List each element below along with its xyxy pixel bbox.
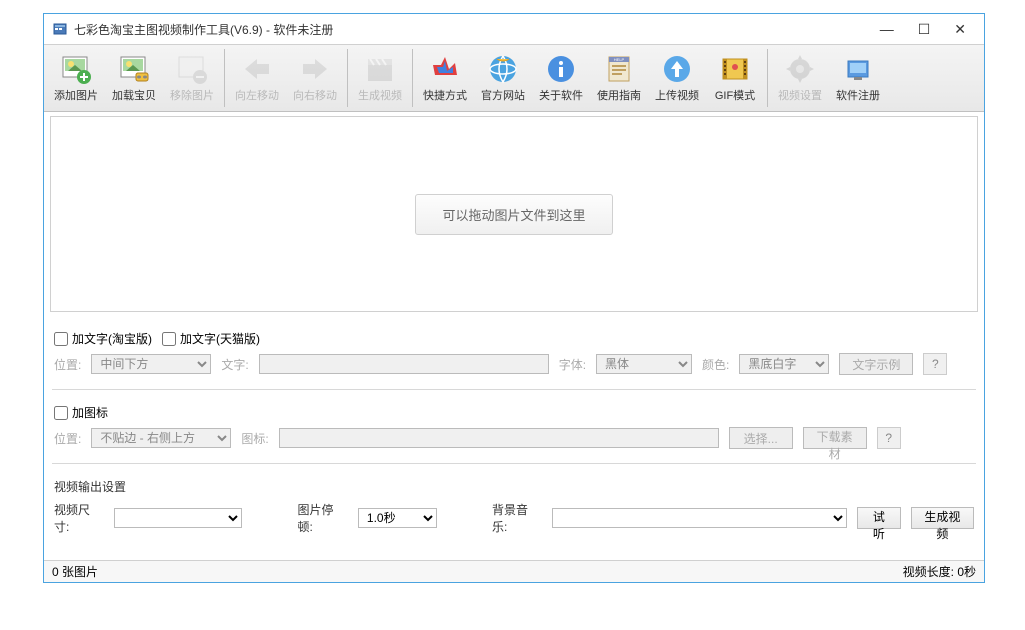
video-length-label: 视频长度: 0秒 <box>903 563 976 580</box>
tool-label: 向左移动 <box>235 87 279 103</box>
add-text-taobao-checkbox[interactable]: 加文字(淘宝版) <box>54 330 152 347</box>
color-select[interactable]: 黑底白字 <box>739 354 829 374</box>
download-material-button[interactable]: 下载素材 <box>803 427 867 449</box>
load-item-icon <box>118 53 150 85</box>
about-button[interactable]: 关于软件 <box>533 47 589 109</box>
remove-image-button[interactable]: 移除图片 <box>164 47 220 109</box>
icon-position-label: 位置: <box>54 430 81 447</box>
gear-icon <box>784 53 816 85</box>
globe-icon <box>487 53 519 85</box>
tool-label: 添加图片 <box>54 87 98 103</box>
gif-icon <box>719 53 751 85</box>
text-overlay-section: 加文字(淘宝版) 加文字(天猫版) 位置: 中间下方 文字: 字体: 黑体 颜色… <box>44 318 984 387</box>
icon-overlay-section: 加图标 位置: 不贴边 - 右侧上方 图标: 选择... 下载素材 ? <box>44 392 984 461</box>
frame-duration-select[interactable]: 1.0秒 <box>358 508 437 528</box>
move-right-button[interactable]: 向右移动 <box>287 47 343 109</box>
video-settings-button[interactable]: 视频设置 <box>772 47 828 109</box>
tool-label: GIF模式 <box>715 87 755 103</box>
register-icon <box>842 53 874 85</box>
info-icon <box>545 53 577 85</box>
tool-label: 向右移动 <box>293 87 337 103</box>
text-input[interactable] <box>259 354 549 374</box>
position-label: 位置: <box>54 356 81 373</box>
icon-path-input[interactable] <box>279 428 719 448</box>
tool-label: 视频设置 <box>778 87 822 103</box>
app-icon <box>52 21 68 37</box>
remove-image-icon <box>176 53 208 85</box>
maximize-button[interactable]: ☐ <box>918 21 931 38</box>
tool-label: 关于软件 <box>539 87 583 103</box>
checkbox-label: 加文字(天猫版) <box>180 330 260 347</box>
close-button[interactable]: ✕ <box>954 21 966 38</box>
titlebar: 七彩色淘宝主图视频制作工具(V6.9) - 软件未注册 — ☐ ✕ <box>44 14 984 44</box>
add-image-button[interactable]: 添加图片 <box>48 47 104 109</box>
tool-label: 软件注册 <box>836 87 880 103</box>
icon-help-button[interactable]: ? <box>877 427 901 449</box>
add-text-tmall-checkbox[interactable]: 加文字(天猫版) <box>162 330 260 347</box>
gif-mode-button[interactable]: GIF模式 <box>707 47 763 109</box>
tool-label: 移除图片 <box>170 87 214 103</box>
output-title: 视频输出设置 <box>54 478 126 495</box>
statusbar: 0 张图片 视频长度: 0秒 <box>44 560 984 582</box>
clapboard-icon <box>364 53 396 85</box>
choose-icon-button[interactable]: 选择... <box>729 427 793 449</box>
video-output-section: 视频输出设置 视频尺寸: 图片停顿: 1.0秒 背景音乐: 试听 生成视频 <box>44 466 984 547</box>
drop-hint-button[interactable]: 可以拖动图片文件到这里 <box>415 194 612 235</box>
arrow-left-icon <box>241 53 273 85</box>
image-drop-area[interactable]: 可以拖动图片文件到这里 <box>50 116 978 312</box>
load-item-button[interactable]: 加载宝贝 <box>106 47 162 109</box>
gen-video-button[interactable]: 生成视频 <box>352 47 408 109</box>
svg-text:HELP: HELP <box>614 57 625 62</box>
font-select[interactable]: 黑体 <box>596 354 692 374</box>
text-position-select[interactable]: 中间下方 <box>91 354 211 374</box>
shortcut-icon <box>429 53 461 85</box>
icon-position-select[interactable]: 不贴边 - 右侧上方 <box>91 428 231 448</box>
tool-label: 官方网站 <box>481 87 525 103</box>
guide-button[interactable]: HELP 使用指南 <box>591 47 647 109</box>
frame-duration-label: 图片停顿: <box>298 501 348 535</box>
text-label: 文字: <box>221 356 248 373</box>
tool-label: 使用指南 <box>597 87 641 103</box>
preview-audio-button[interactable]: 试听 <box>857 507 901 529</box>
window-title: 七彩色淘宝主图视频制作工具(V6.9) - 软件未注册 <box>74 21 880 38</box>
website-button[interactable]: 官方网站 <box>475 47 531 109</box>
video-size-select[interactable] <box>114 508 242 528</box>
text-help-button[interactable]: ? <box>923 353 947 375</box>
upload-icon <box>661 53 693 85</box>
generate-video-button[interactable]: 生成视频 <box>911 507 974 529</box>
text-sample-button[interactable]: 文字示例 <box>839 353 913 375</box>
tool-label: 上传视频 <box>655 87 699 103</box>
book-icon: HELP <box>603 53 635 85</box>
font-label: 字体: <box>559 356 586 373</box>
register-button[interactable]: 软件注册 <box>830 47 886 109</box>
image-count-label: 0 张图片 <box>52 563 98 580</box>
tool-label: 快捷方式 <box>423 87 467 103</box>
add-image-icon <box>60 53 92 85</box>
checkbox-label: 加文字(淘宝版) <box>72 330 152 347</box>
icon-label: 图标: <box>241 430 268 447</box>
minimize-button[interactable]: — <box>880 21 894 37</box>
video-size-label: 视频尺寸: <box>54 501 104 535</box>
tool-label: 加载宝贝 <box>112 87 156 103</box>
toolbar: 添加图片 加载宝贝 移除图片 向左移动 向右移动 生成视频 <box>44 44 984 112</box>
upload-video-button[interactable]: 上传视频 <box>649 47 705 109</box>
checkbox-label: 加图标 <box>72 404 108 421</box>
add-icon-checkbox[interactable]: 加图标 <box>54 404 108 421</box>
bg-music-select[interactable] <box>552 508 847 528</box>
shortcut-button[interactable]: 快捷方式 <box>417 47 473 109</box>
move-left-button[interactable]: 向左移动 <box>229 47 285 109</box>
arrow-right-icon <box>299 53 331 85</box>
bg-music-label: 背景音乐: <box>492 501 542 535</box>
color-label: 颜色: <box>702 356 729 373</box>
tool-label: 生成视频 <box>358 87 402 103</box>
